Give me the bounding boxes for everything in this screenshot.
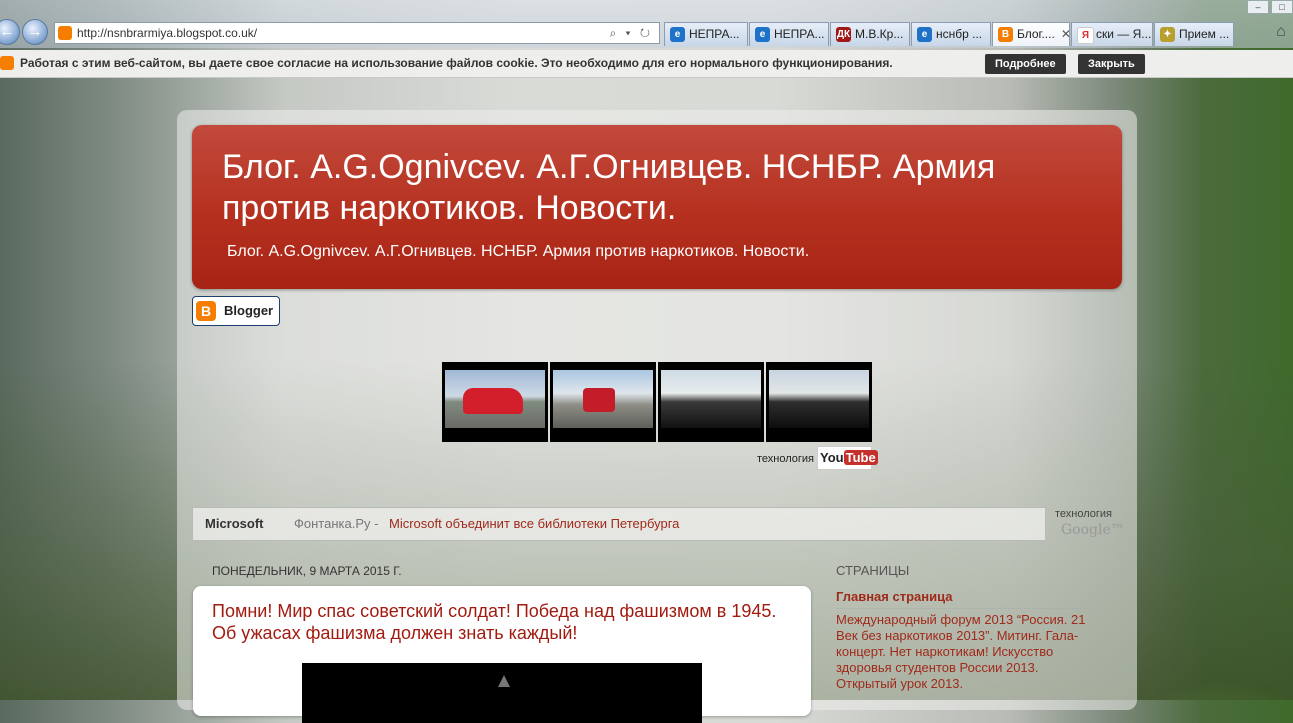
tab-blog-active[interactable]: B Блог.... ✕ [992, 22, 1070, 46]
browser-toolbar: ← → http://nsnbrarmiya.blogspot.co.uk/ ⌕… [0, 0, 1293, 48]
blogger-icon [0, 56, 14, 70]
youtube-logo-tube: Tube [843, 450, 878, 465]
address-bar[interactable]: http://nsnbrarmiya.blogspot.co.uk/ ⌕ ▾ ↻ [54, 22, 660, 44]
news-ticker: Microsoft Фонтанка.Ру - Microsoft объеди… [192, 507, 1046, 541]
blog-header: Блог. A.G.Ognivcev. А.Г.Огнивцев. НСНБР.… [192, 125, 1122, 289]
post-title-link[interactable]: Помни! Мир спас советский солдат! Победа… [212, 600, 792, 644]
tab-strip: e НЕПРА... e НЕПРА... ДК М.В.Кр... e нсн… [664, 22, 1235, 46]
tab-nsnbr[interactable]: e нснбр ... [911, 22, 991, 46]
minimize-icon[interactable]: – [1247, 0, 1269, 14]
cookie-notice-text: Работая с этим веб-сайтом, вы даете свое… [20, 56, 893, 70]
blogger-favicon-icon [58, 26, 72, 40]
search-refresh-icon[interactable]: ⌕ ▾ ↻ [609, 23, 653, 43]
google-tech-label: технология [1055, 508, 1113, 520]
tab-label: Блог.... [1017, 27, 1055, 41]
video-thumbnail[interactable] [442, 362, 548, 442]
sidebar-heading: СТРАНИЦЫ [836, 563, 910, 578]
cookie-more-button[interactable]: Подробнее [985, 54, 1066, 74]
tab-label: НЕПРА... [774, 27, 825, 41]
post-date-header: ПОНЕДЕЛЬНИК, 9 МАРТА 2015 Г. [212, 564, 402, 578]
tab-label: нснбр ... [936, 27, 983, 41]
blogger-logo-icon: B [196, 301, 216, 321]
sidebar-item-forum[interactable]: Международный форум 2013 “Россия. 21 Век… [836, 612, 1101, 692]
home-icon[interactable]: ⌂ [1271, 22, 1291, 42]
post-image[interactable] [302, 663, 702, 723]
blogger-badge-label: Blogger [224, 303, 274, 318]
google-logo: Google™ [1061, 522, 1125, 538]
blog-title[interactable]: Блог. A.G.Ognivcev. А.Г.Огнивцев. НСНБР.… [222, 147, 1102, 229]
tab-nepra-2[interactable]: e НЕПРА... [749, 22, 829, 46]
tab-mvkr[interactable]: ДК М.В.Кр... [830, 22, 910, 46]
forward-arrow-icon[interactable]: → [22, 19, 48, 45]
blog-post: Помни! Мир спас советский солдат! Победа… [193, 586, 811, 723]
close-tab-icon[interactable]: ✕ [1061, 27, 1069, 41]
tab-label: Прием ... [1179, 27, 1230, 41]
sidebar-item-home[interactable]: Главная страница [836, 589, 952, 605]
news-headline-link[interactable]: Microsoft объединит все библиотеки Петер… [389, 508, 679, 540]
ie-icon: e [917, 27, 932, 42]
ie-icon: e [755, 27, 770, 42]
tab-label: ски — Я... [1096, 27, 1152, 41]
video-thumbnail[interactable] [658, 362, 764, 442]
back-arrow-icon[interactable]: ← [0, 19, 20, 45]
youtube-logo[interactable]: You Tube [817, 446, 878, 470]
video-thumbnail[interactable] [550, 362, 656, 442]
tab-priem[interactable]: ✦ Прием ... [1154, 22, 1234, 46]
news-topic-label: Microsoft [205, 516, 264, 531]
window-controls: – □ [1245, 0, 1293, 14]
youtube-tech-label: технология [757, 453, 815, 465]
tab-label: М.В.Кр... [855, 27, 904, 41]
maximize-icon[interactable]: □ [1271, 0, 1293, 14]
blogger-badge[interactable]: B Blogger [192, 296, 280, 326]
cookie-close-button[interactable]: Закрыть [1078, 54, 1145, 74]
tab-label: НЕПРА... [689, 27, 740, 41]
tab-nepra-1[interactable]: e НЕПРА... [664, 22, 748, 46]
video-thumbnail-strip [442, 362, 874, 442]
ie-icon: e [670, 27, 685, 42]
eagle-icon: ✦ [1160, 27, 1175, 42]
sidebar-divider [836, 608, 1101, 609]
youtube-logo-you: You [820, 450, 844, 465]
tab-yandex[interactable]: Я ски — Я... [1071, 22, 1153, 46]
address-url: http://nsnbrarmiya.blogspot.co.uk/ [77, 26, 258, 40]
video-thumbnail[interactable] [766, 362, 872, 442]
blog-description: Блог. A.G.Ognivcev. А.Г.Огнивцев. НСНБР.… [227, 243, 810, 260]
cookie-notice-bar: Работая с этим веб-сайтом, вы даете свое… [0, 50, 1293, 78]
news-source: Фонтанка.Ру - [294, 516, 379, 531]
yandex-icon: Я [1077, 27, 1094, 44]
sidebar-pages: СТРАНИЦЫ Главная страница Международный … [836, 563, 1101, 697]
blogger-icon: B [998, 27, 1013, 42]
dk-icon: ДК [836, 27, 851, 42]
sidebar-divider [836, 696, 1101, 697]
